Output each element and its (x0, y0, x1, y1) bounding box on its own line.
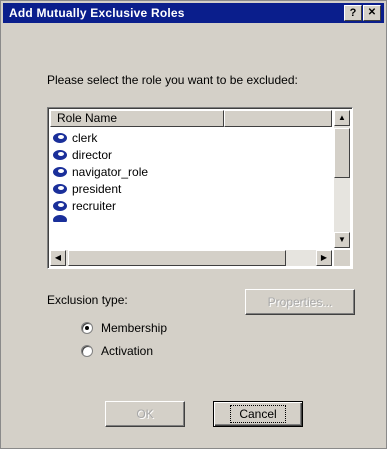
scroll-up-arrow-icon[interactable]: ▲ (334, 110, 350, 126)
role-icon (53, 215, 67, 222)
vertical-scrollbar[interactable]: ▲ ▼ (334, 110, 350, 248)
ok-button[interactable]: OK (105, 401, 185, 427)
radio-activation-circle[interactable] (81, 345, 93, 357)
scroll-left-arrow-icon[interactable]: ◀ (50, 250, 66, 266)
list-item[interactable]: navigator_role (52, 163, 148, 180)
dialog-window: Add Mutually Exclusive Roles ? ✕ Please … (0, 0, 387, 449)
horizontal-scroll-thumb[interactable] (68, 250, 286, 266)
vertical-scroll-thumb[interactable] (334, 128, 350, 178)
list-item[interactable]: director (52, 146, 148, 163)
role-icon (53, 166, 67, 177)
horizontal-scrollbar[interactable]: ◀ ▶ (50, 250, 332, 266)
exclusion-type-label: Exclusion type: (47, 293, 128, 307)
column-header-blank[interactable] (224, 110, 332, 127)
radio-activation[interactable]: Activation (81, 344, 153, 358)
role-name: clerk (72, 130, 98, 145)
role-icon (53, 200, 67, 211)
properties-button[interactable]: Properties... (245, 289, 355, 315)
role-icon (53, 132, 67, 143)
role-icon (53, 183, 67, 194)
scroll-right-arrow-icon[interactable]: ▶ (316, 250, 332, 266)
roles-list[interactable]: Role Name clerk director navigator_role … (47, 107, 353, 269)
radio-membership-circle[interactable] (81, 322, 93, 334)
title-bar[interactable]: Add Mutually Exclusive Roles ? ✕ (3, 3, 384, 23)
list-item[interactable]: clerk (52, 129, 148, 146)
role-rows: clerk director navigator_role president … (52, 129, 148, 222)
radio-membership[interactable]: Membership (81, 321, 167, 335)
window-title: Add Mutually Exclusive Roles (9, 6, 185, 20)
list-item-partial[interactable] (52, 214, 148, 222)
role-name: director (72, 147, 113, 162)
list-item[interactable]: president (52, 180, 148, 197)
column-header-role-name[interactable]: Role Name (50, 110, 224, 127)
radio-membership-label: Membership (101, 321, 168, 335)
role-icon (53, 149, 67, 160)
cancel-button-label: Cancel (230, 405, 286, 423)
radio-selected-dot (85, 326, 89, 330)
role-name: recruiter (72, 198, 117, 213)
help-button[interactable]: ? (344, 5, 362, 21)
prompt-text: Please select the role you want to be ex… (47, 73, 298, 87)
scroll-down-arrow-icon[interactable]: ▼ (334, 232, 350, 248)
role-name: president (72, 181, 122, 196)
scrollbar-corner (334, 250, 350, 266)
radio-activation-label: Activation (101, 344, 154, 358)
cancel-button[interactable]: Cancel (213, 401, 303, 427)
close-button[interactable]: ✕ (363, 5, 381, 21)
list-item[interactable]: recruiter (52, 197, 148, 214)
role-name: navigator_role (72, 164, 149, 179)
